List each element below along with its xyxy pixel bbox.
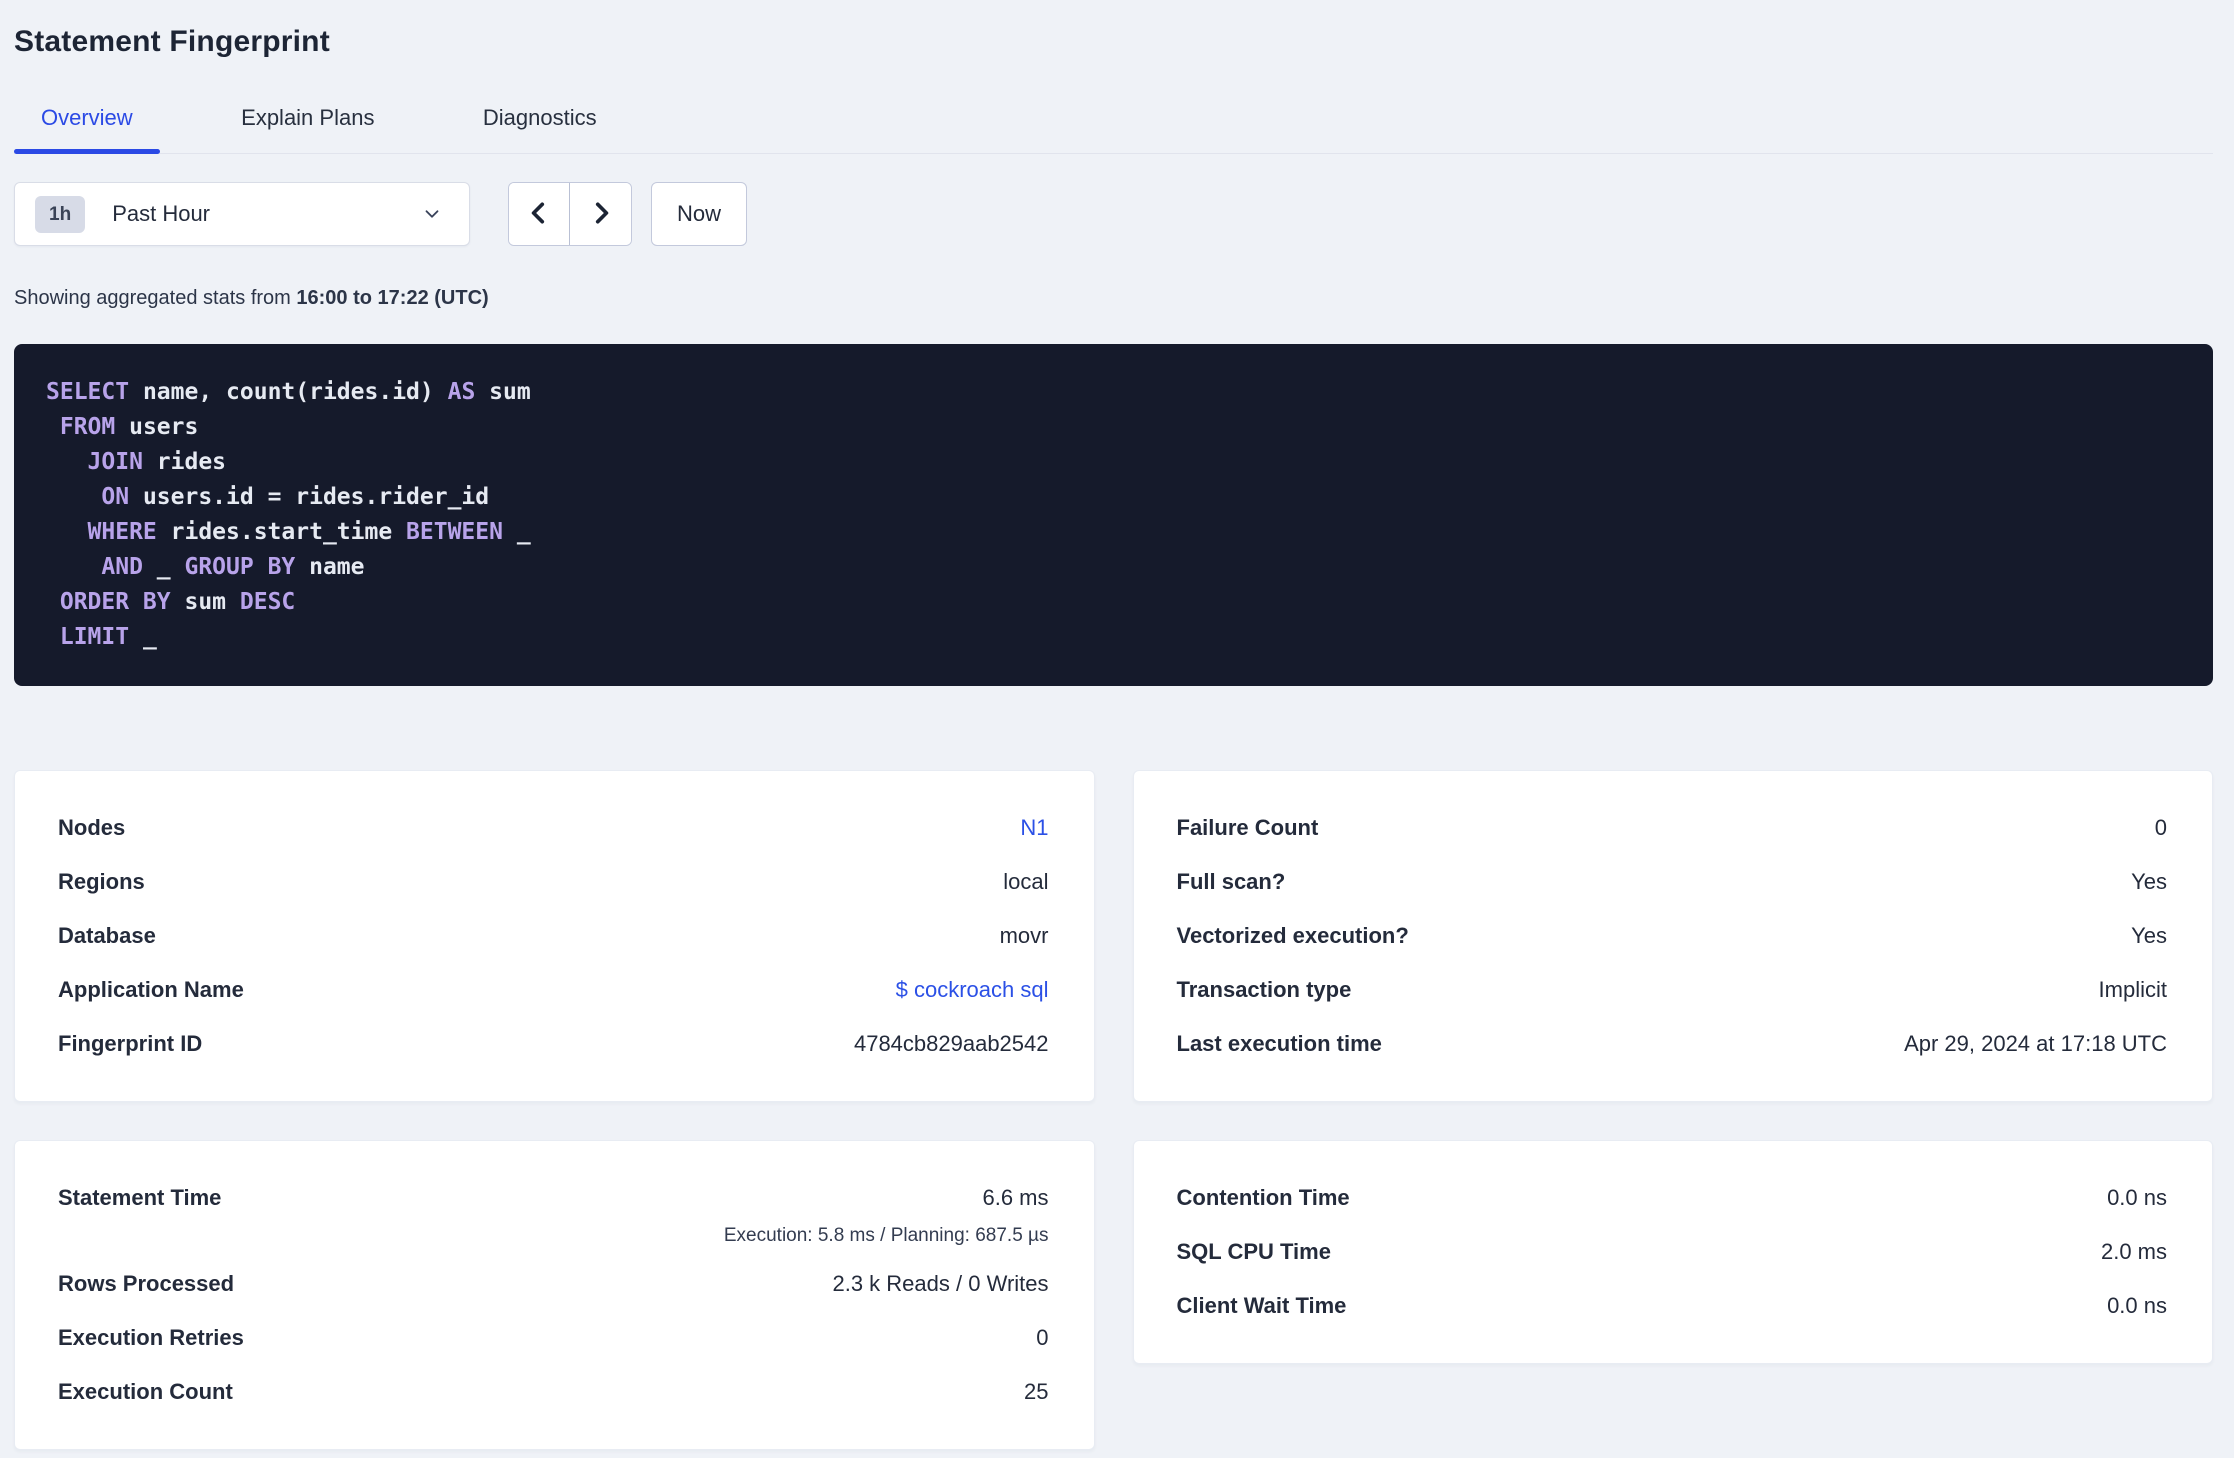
row-full-scan: Full scan? Yes [1177,855,2168,909]
row-label: Client Wait Time [1176,1293,1347,1318]
sql-line: FROM users [46,414,199,440]
page-title: Statement Fingerprint [14,25,330,58]
sql-line: LIMIT _ [46,624,157,650]
row-label: SQL CPU Time [1176,1239,1331,1264]
row-transaction-type: Transaction type Implicit [1177,963,2168,1017]
row-value: 2.0 ms [2100,1239,2167,1264]
time-window-arrows [508,182,632,246]
previous-time-window-button[interactable] [509,183,570,245]
aggregated-stats-caption: Showing aggregated stats from 16:00 to 1… [14,287,2213,310]
row-vectorized-execution: Vectorized execution? Yes [1177,909,2168,963]
row-label: Execution Retries [58,1325,244,1350]
row-value: 2.3 k Reads / 0 Writes [832,1271,1049,1296]
nodes-link[interactable]: N1 [1020,815,1048,841]
now-button[interactable]: Now [651,182,747,246]
row-statement-time: Statement Time 6.6 ms [58,1171,1049,1225]
next-time-window-button[interactable] [570,183,631,245]
row-label: Application Name [58,977,244,1002]
tab-explain-plans-label: Explain Plans [241,105,375,130]
tab-explain-plans[interactable]: Explain Plans [214,105,401,153]
tab-diagnostics[interactable]: Diagnostics [456,105,624,153]
row-sql-cpu-time: SQL CPU Time 2.0 ms [1177,1225,2168,1279]
row-label: Database [58,923,156,948]
sql-line: ON users.id = rides.rider_id [46,484,490,510]
row-value: 25 [1024,1379,1049,1404]
time-range-dropdown[interactable]: 1h Past Hour [14,182,470,246]
row-value: Implicit [2098,977,2167,1002]
application-name-link[interactable]: $ cockroach sql [896,977,1049,1003]
row-execution-count: Execution Count 25 [58,1365,1049,1419]
row-value: local [1003,869,1049,894]
row-last-execution-time: Last execution time Apr 29, 2024 at 17:1… [1177,1017,2168,1071]
row-client-wait-time: Client Wait Time 0.0 ns [1177,1279,2168,1333]
row-value: 4784cb829aab2542 [853,1031,1049,1056]
execution-attributes-card: Failure Count 0 Full scan? Yes Vectorize… [1132,770,2213,1102]
timing-card: Statement Time 6.6 ms Execution: 5.8 ms … [14,1140,1095,1450]
sql-line: ORDER BY sum DESC [46,589,296,615]
time-picker-toolbar: 1h Past Hour Now [14,182,2213,246]
summary-row-database: Database movr [58,909,1049,963]
summary-row-regions: Regions local [58,855,1049,909]
row-value: 0 [2154,815,2167,840]
tab-overview-label: Overview [41,105,133,130]
row-label: Statement Time [58,1185,222,1210]
row-contention-time: Contention Time 0.0 ns [1177,1171,2168,1225]
caption-time-range: 16:00 to 17:22 (UTC) [296,287,489,309]
statement-time-breakdown: Execution: 5.8 ms / Planning: 687.5 µs [58,1225,1049,1257]
sql-line: JOIN rides [46,449,227,475]
row-execution-retries: Execution Retries 0 [58,1311,1049,1365]
row-value: 0.0 ns [2107,1293,2167,1318]
time-range-label: Past Hour [112,201,211,226]
row-label: Last execution time [1176,1031,1382,1056]
row-value: 0.0 ns [2107,1185,2167,1210]
row-value: movr [999,923,1049,948]
sql-line: AND _ GROUP BY name [46,554,365,580]
row-label: Nodes [58,815,126,840]
stats-cards-grid: Nodes N1 Regions local Database movr App… [14,770,2213,1450]
row-value: Yes [2131,923,2167,948]
summary-row-nodes: Nodes N1 [58,801,1049,855]
wait-times-card: Contention Time 0.0 ns SQL CPU Time 2.0 … [1132,1140,2213,1364]
caption-prefix: Showing aggregated stats from [14,287,297,309]
tab-bar: Overview Explain Plans Diagnostics [14,105,2213,154]
row-label: Regions [58,869,145,894]
row-label: Full scan? [1176,869,1286,894]
sql-line: SELECT name, count(rides.id) AS sum [46,379,531,405]
row-label: Vectorized execution? [1176,923,1409,948]
chevron-left-icon [526,200,552,229]
row-label: Execution Count [58,1379,233,1404]
row-subvalue: Execution: 5.8 ms / Planning: 687.5 µs [723,1225,1049,1246]
tab-overview[interactable]: Overview [14,105,160,154]
time-range-badge: 1h [35,195,86,233]
row-value: Yes [2131,869,2167,894]
row-failure-count: Failure Count 0 [1177,801,2168,855]
row-value: Apr 29, 2024 at 17:18 UTC [1904,1031,2167,1056]
row-value: 6.6 ms [982,1185,1049,1210]
summary-row-fingerprint-id: Fingerprint ID 4784cb829aab2542 [58,1017,1049,1071]
sql-line: WHERE rides.start_time BETWEEN _ [46,519,531,545]
row-value: 0 [1036,1325,1049,1350]
summary-row-application-name: Application Name $ cockroach sql [58,963,1049,1017]
row-label: Failure Count [1176,815,1319,840]
row-rows-processed: Rows Processed 2.3 k Reads / 0 Writes [58,1257,1049,1311]
tab-diagnostics-label: Diagnostics [482,105,597,130]
summary-card: Nodes N1 Regions local Database movr App… [14,770,1095,1102]
statement-fingerprint-page: Statement Fingerprint Overview Explain P… [0,0,2234,1458]
row-label: Contention Time [1176,1185,1350,1210]
row-label: Rows Processed [58,1271,235,1296]
sql-statement-box: SELECT name, count(rides.id) AS sum FROM… [14,344,2213,686]
chevron-right-icon [588,200,614,229]
row-label: Transaction type [1176,977,1352,1002]
chevron-down-icon [421,203,443,225]
row-label: Fingerprint ID [58,1031,203,1056]
